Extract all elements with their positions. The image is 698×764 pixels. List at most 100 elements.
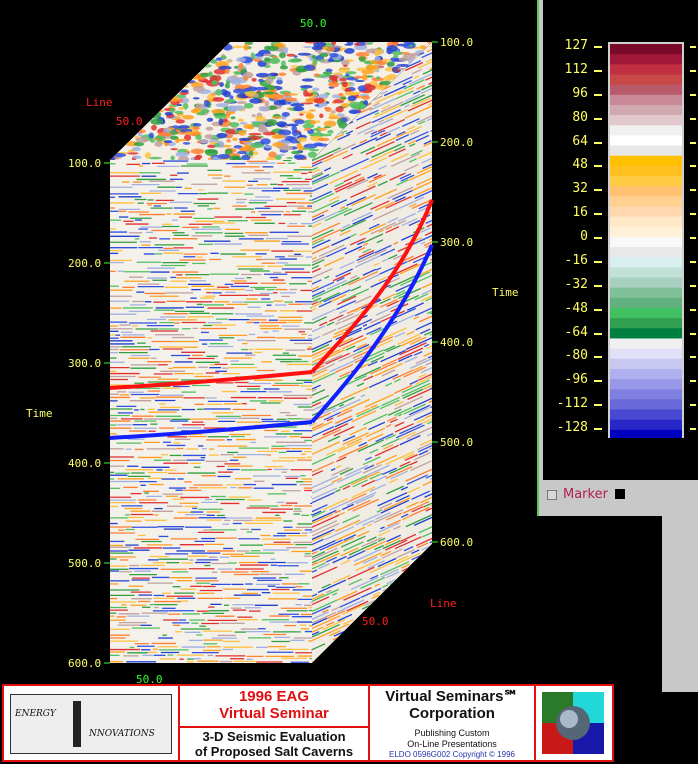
top-face-blob (255, 72, 270, 78)
top-face-blob (170, 155, 175, 160)
seminar-name: Virtual Seminar (219, 705, 329, 722)
colorbar-tick (594, 46, 602, 48)
colorbar-swatch (610, 328, 682, 339)
top-face-blob (158, 110, 164, 113)
top-face-blob (220, 55, 227, 60)
top-face-blob (158, 132, 172, 137)
left-tick-300: 300.0 (68, 357, 102, 370)
seismic-wiggle (410, 1, 415, 3)
top-face-blob (278, 72, 287, 76)
top-face-blob (271, 134, 284, 140)
top-face-blob (211, 79, 218, 86)
colorbar-tick-right (690, 189, 696, 192)
seismic-wiggle (403, 602, 416, 610)
seismic-wiggle (391, 20, 420, 33)
top-face-blob (295, 68, 308, 73)
top-face-blob (354, 79, 365, 82)
top-face-blob (340, 47, 347, 51)
seismic-wiggle (333, 30, 357, 41)
seismic-wiggle (371, 20, 377, 23)
top-face-blob (297, 52, 311, 56)
top-face-blob (175, 151, 189, 158)
colorbar-tick-right (690, 356, 696, 359)
top-face-blob (205, 149, 219, 156)
right-tick-100: 100.0 (440, 36, 474, 49)
derrick-icon (73, 701, 81, 747)
top-face-blob (237, 118, 244, 122)
top-face-blob (236, 101, 247, 105)
marker-row[interactable]: Marker (541, 484, 698, 506)
top-face-blob (215, 88, 222, 96)
colorbar-tick-right (690, 93, 696, 96)
top-face-blob (226, 139, 231, 143)
cube-front-face (110, 160, 312, 663)
colorbar-swatch (610, 419, 682, 431)
right-tick-300: 300.0 (440, 236, 474, 249)
top-face-blob (335, 106, 344, 113)
marker-checkbox[interactable] (547, 490, 557, 500)
top-face-blob (260, 138, 271, 145)
colorbar-swatch (610, 186, 682, 197)
top-face-blob (312, 58, 318, 66)
top-face-blob (248, 150, 254, 157)
top-face-blob (241, 154, 251, 160)
top-face-blob (287, 58, 300, 63)
top-face-blob (154, 141, 163, 147)
top-face-blob (236, 57, 246, 63)
top-face-blob (213, 143, 220, 148)
top-face-blob (180, 89, 189, 93)
colorbar-label: 127 (564, 38, 588, 53)
colorbar-swatch (610, 318, 682, 329)
marker-label: Marker (563, 487, 608, 502)
top-face-blob (311, 55, 317, 59)
colorbar-label: -64 (564, 324, 588, 340)
copyright: ELDO 0596G002 Copyright © 1996 (389, 750, 515, 759)
top-face-blob (208, 71, 213, 78)
colorbar-label: 16 (572, 205, 588, 221)
top-face-blob (196, 73, 202, 80)
top-face-blob (365, 64, 378, 70)
seismic-wiggle (404, 571, 430, 585)
marker-color-swatch[interactable] (615, 489, 625, 499)
seismic-wiggle (325, 28, 343, 36)
top-face-blob (286, 101, 292, 104)
top-face-blob (144, 152, 152, 159)
top-face-blob (327, 129, 334, 134)
top-face-blob (298, 111, 312, 114)
colorbar-swatch (610, 308, 682, 319)
colorbar-tick-right (690, 165, 696, 168)
colorbar-swatch (610, 358, 682, 370)
seismic-wiggle (380, 10, 398, 18)
top-face-blob (169, 135, 179, 140)
top-face-blob (175, 119, 185, 124)
seismic-wiggle (367, 9, 382, 16)
top-face-blob (322, 71, 333, 75)
globe-cell (536, 686, 612, 760)
top-face-blob (340, 96, 347, 100)
corporation-tagline: Publishing Custom On-Line Presentations (370, 728, 534, 750)
seismic-wiggle (367, 42, 392, 44)
top-face-blob (267, 45, 279, 52)
top-face-blob (355, 51, 370, 57)
seismic-wiggle (431, 483, 432, 490)
top-face-blob (190, 148, 205, 155)
left-time-ticks (104, 162, 110, 664)
top-face-blob (361, 95, 371, 100)
top-face-blob (327, 59, 334, 62)
left-tick-400: 400.0 (68, 457, 102, 470)
top-face-blob (243, 43, 249, 51)
top-face-blob (135, 136, 149, 143)
colorbar-swatch (610, 379, 682, 390)
colorbar-swatch (610, 145, 682, 157)
logo-cell: ENERGY NNOVATIONS (4, 686, 180, 760)
top-face-blob (277, 153, 286, 157)
colorbar-swatch (610, 297, 682, 309)
top-face-blob (279, 52, 286, 59)
top-face-blob (250, 52, 256, 60)
top-face-blob (225, 98, 236, 103)
top-face-blob (316, 59, 326, 62)
colorbar-swatch (610, 64, 682, 75)
colorbar-swatch (610, 115, 682, 126)
top-face-blob (324, 106, 332, 112)
seismic-wiggle (430, 485, 432, 492)
